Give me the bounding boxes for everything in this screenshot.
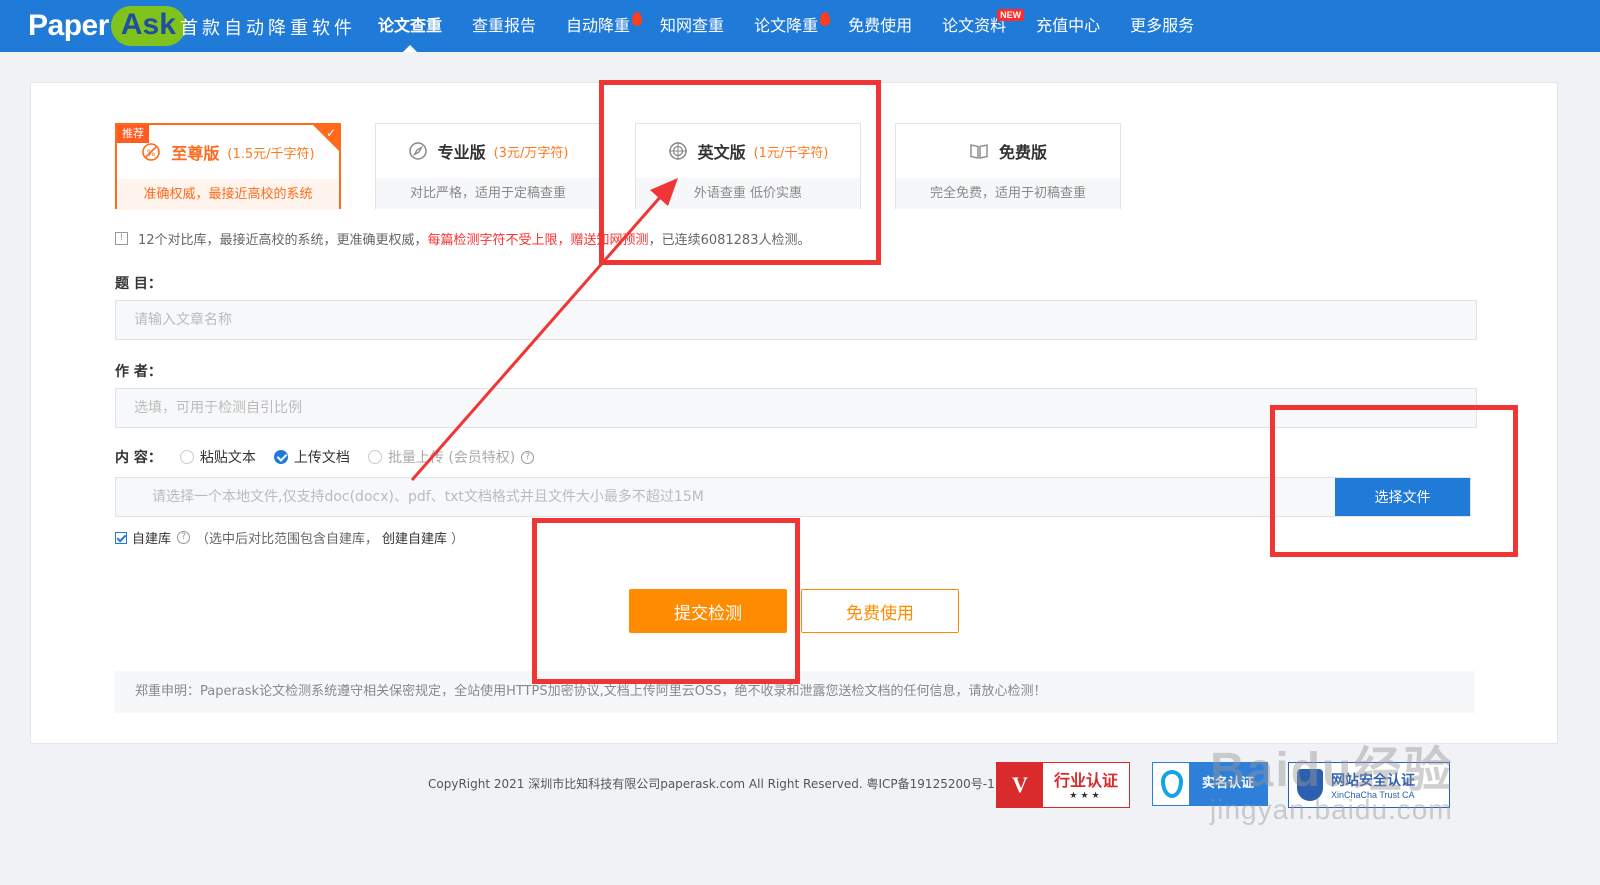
file-upload-row[interactable]: 请选择一个本地文件,仅支持doc(docx)、pdf、txt文档格式并且文件大小… [115, 477, 1471, 517]
plan-desc: 准确权威，最接近高校的系统 [117, 179, 339, 210]
content-type-row: 内 容： 粘贴文本 上传文档 批量上传 (会员特权)? [115, 447, 535, 467]
title-label: 题 目： [115, 276, 162, 292]
check-icon: ✓ [325, 126, 336, 140]
nav-item-paper-check[interactable]: 论文查重 [378, 0, 442, 52]
plan-free[interactable]: 免费版 完全免费，适用于初稿查重 [895, 123, 1121, 209]
plan-supreme[interactable]: 推荐 ✓ % 至尊版 (1.5元/千字符) 准确权威，最接近高校的系统 [115, 123, 341, 210]
compass-icon [408, 142, 427, 160]
self-library-checkbox[interactable] [115, 531, 127, 544]
nav-item-free-use[interactable]: 免费使用 [848, 0, 912, 52]
slogan: 首款自动降重软件 [180, 18, 356, 39]
fire-icon [820, 12, 831, 26]
no-copy-icon: % [142, 143, 161, 161]
plan-desc: 外语查重 低价实惠 [636, 178, 860, 209]
industry-cert-title: 行业认证 [1053, 771, 1118, 790]
submit-check-button[interactable]: 提交检测 [629, 589, 787, 633]
radio-icon [179, 450, 194, 464]
v-shield-icon: V [997, 763, 1043, 807]
self-library-note-end: ） [451, 532, 465, 547]
copyright: CopyRight 2021 深圳市比知科技有限公司paperask.com A… [428, 777, 995, 791]
option-upload-doc[interactable]: 上传文档 [273, 447, 350, 467]
plan-price: (1.5元/千字符) [227, 146, 315, 162]
content-label: 内 容： [115, 450, 162, 466]
title-input[interactable] [115, 300, 1477, 340]
radio-checked-icon [273, 450, 288, 464]
author-label: 作 者： [115, 364, 162, 380]
self-library-note: （选中后对比范围包含自建库， [196, 532, 379, 547]
create-self-library-link[interactable]: 创建自建库 [382, 528, 447, 547]
free-use-button[interactable]: 免费使用 [801, 589, 959, 633]
baidu-watermark: Baidu经验 jingyan.baidu.com [1210, 730, 1453, 826]
plan-professional[interactable]: 专业版 (3元/万字符) 对比严格，适用于定稿查重 [375, 123, 601, 209]
option-batch-upload[interactable]: 批量上传 (会员特权)? [367, 447, 535, 467]
logo-paper: Paper [28, 9, 109, 42]
help-icon[interactable]: ? [177, 531, 191, 544]
file-placeholder: 请选择一个本地文件,仅支持doc(docx)、pdf、txt文档格式并且文件大小… [152, 489, 704, 505]
industry-cert-badge[interactable]: V 行业认证 ★★★ [996, 762, 1130, 808]
top-nav: Paper Ask 首款自动降重软件 论文查重 查重报告 自动降重 知网查重 论… [0, 0, 1600, 52]
info-icon: ! [115, 232, 128, 245]
choose-file-button[interactable]: 选择文件 [1335, 478, 1470, 516]
plan-desc: 对比严格，适用于定稿查重 [376, 178, 600, 209]
new-badge: NEW [997, 9, 1025, 21]
plan-name: 英文版 [697, 143, 746, 162]
star-icons: ★★★ [1069, 791, 1103, 801]
notice-text: 12个对比库，最接近高校的系统，更准确更权威， [138, 233, 428, 248]
notice-text-end: ，已连续6081283人检测。 [648, 233, 811, 248]
fire-icon [632, 12, 643, 26]
plan-name: 免费版 [998, 143, 1047, 162]
logo[interactable]: Paper Ask [28, 6, 186, 46]
target-icon [668, 142, 687, 160]
nav-menu: 论文查重 查重报告 自动降重 知网查重 论文降重 免费使用 论文资料 NEW 充值… [378, 0, 1224, 52]
plan-english[interactable]: 英文版 (1元/千字符) 外语查重 低价实惠 [635, 123, 861, 209]
nav-item-paper-rewrite[interactable]: 论文降重 [754, 0, 831, 52]
help-icon[interactable]: ? [521, 450, 535, 464]
main-card: 推荐 ✓ % 至尊版 (1.5元/千字符) 准确权威，最接近高校的系统 专业版 … [30, 82, 1558, 744]
option-paste-text[interactable]: 粘贴文本 [179, 447, 256, 467]
svg-text:%: % [147, 149, 156, 159]
plan-price: (3元/万字符) [493, 145, 569, 161]
logo-ask: Ask [110, 6, 186, 46]
watermark-sub: jingyan.baidu.com [1210, 794, 1453, 825]
nav-item-more[interactable]: 更多服务 [1130, 0, 1194, 52]
nav-item-materials[interactable]: 论文资料 NEW [942, 0, 1025, 52]
nav-item-cnki-check[interactable]: 知网查重 [660, 0, 724, 52]
plan-price: (1元/千字符) [753, 145, 829, 161]
drop-icon [1161, 770, 1183, 798]
nav-item-report[interactable]: 查重报告 [472, 0, 536, 52]
nav-item-recharge[interactable]: 充值中心 [1036, 0, 1100, 52]
recommend-tag: 推荐 [117, 125, 149, 143]
notice-highlight: 每篇检测字符不受上限，赠送知网预测 [427, 233, 649, 248]
nav-item-auto-rewrite[interactable]: 自动降重 [566, 0, 643, 52]
plan-desc: 完全免费，适用于初稿查重 [896, 178, 1120, 209]
author-input[interactable] [115, 388, 1477, 428]
radio-icon [367, 450, 382, 464]
plan-name: 专业版 [437, 143, 486, 162]
self-library-row: 自建库 ? （选中后对比范围包含自建库， 创建自建库 ） [115, 528, 464, 547]
plan-notice: ! 12个对比库，最接近高校的系统，更准确更权威， 每篇检测字符不受上限，赠送知… [115, 229, 810, 248]
watermark-main: Baidu经验 [1210, 744, 1454, 797]
plan-name: 至尊版 [171, 144, 220, 163]
self-library-label: 自建库 [132, 532, 172, 547]
privacy-statement: 郑重申明：Paperask论文检测系统遵守相关保密规定，全站使用HTTPS加密协… [115, 671, 1475, 713]
book-icon [970, 144, 988, 159]
